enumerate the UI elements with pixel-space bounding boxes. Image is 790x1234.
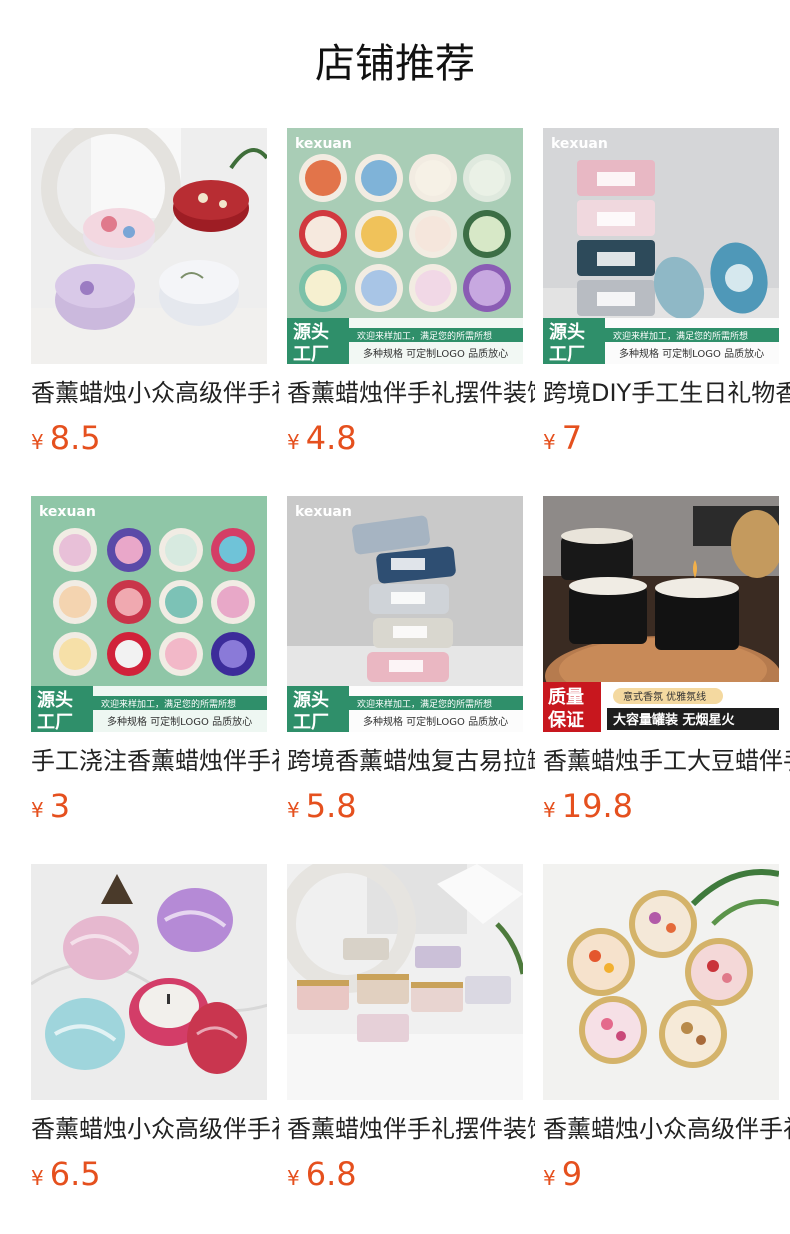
currency-symbol: ¥ bbox=[543, 430, 556, 454]
product-image[interactable]: kexuan 源头 工厂 欢迎来样加工，满足您的所需所想 多种规格 可定制LOG… bbox=[287, 128, 523, 364]
product-title[interactable]: 手工浇注香薰蜡烛伴手礼品 bbox=[31, 744, 279, 778]
banner-tagline: 多种规格 可定制LOGO 品质放心 bbox=[363, 347, 508, 360]
svg-text:工厂: 工厂 bbox=[549, 344, 585, 364]
banner-source-text: 源头 bbox=[37, 689, 73, 711]
product-price: ¥3 bbox=[31, 786, 70, 826]
product-card[interactable]: 香薰蜡烛小众高级伴手礼 ¥9 bbox=[543, 864, 790, 1232]
product-title[interactable]: 香薰蜡烛伴手礼摆件装饰 bbox=[287, 376, 535, 410]
product-card[interactable]: kexuan 源头 工厂 欢迎来样加工，满足您的所需所想 多种规格 可定制LOG… bbox=[31, 496, 279, 864]
product-card[interactable]: kexuan 源头 工厂 欢迎来样加工，满足您的所需所想 多种规格 可定制LOG… bbox=[543, 128, 790, 496]
brand-logo: kexuan bbox=[551, 136, 608, 152]
currency-symbol: ¥ bbox=[287, 798, 300, 822]
product-card[interactable]: 香薰蜡烛小众高级伴手礼 ¥8.5 bbox=[31, 128, 279, 496]
currency-symbol: ¥ bbox=[287, 1166, 300, 1190]
product-card[interactable]: 香薰蜡烛小众高级伴手礼 ¥6.5 bbox=[31, 864, 279, 1232]
banner-tagline: 多种规格 可定制LOGO 品质放心 bbox=[619, 347, 764, 360]
banner-tagline: 多种规格 可定制LOGO 品质放心 bbox=[107, 715, 252, 728]
product-title[interactable]: 香薰蜡烛小众高级伴手礼 bbox=[31, 1112, 279, 1146]
product-title[interactable]: 跨境DIY手工生日礼物香薰 bbox=[543, 376, 790, 410]
product-title[interactable]: 香薰蜡烛伴手礼摆件装饰 bbox=[287, 1112, 535, 1146]
product-price: ¥4.8 bbox=[287, 418, 357, 458]
svg-text:保证: 保证 bbox=[547, 709, 584, 731]
price-value: 6.8 bbox=[305, 1155, 357, 1193]
currency-symbol: ¥ bbox=[543, 1166, 556, 1190]
product-image[interactable] bbox=[543, 864, 779, 1100]
product-card[interactable]: kexuan 源头 工厂 欢迎来样加工，满足您的所需所想 多种规格 可定制LOG… bbox=[287, 128, 535, 496]
banner-source-text: 源头 bbox=[293, 689, 329, 711]
svg-text:工厂: 工厂 bbox=[293, 712, 329, 732]
section-title: 店铺推荐 bbox=[315, 41, 475, 87]
banner-tagline: 多种规格 可定制LOGO 品质放心 bbox=[363, 715, 508, 728]
banner-tagline: 欢迎来样加工，满足您的所需所想 bbox=[613, 330, 748, 342]
brand-logo: kexuan bbox=[295, 136, 352, 152]
brand-logo: kexuan bbox=[39, 504, 96, 520]
price-value: 7 bbox=[561, 419, 583, 457]
banner-tagline: 欢迎来样加工，满足您的所需所想 bbox=[357, 698, 492, 710]
product-image[interactable]: kexuan 源头 工厂 欢迎来样加工，满足您的所需所想 多种规格 可定制LOG… bbox=[287, 496, 523, 732]
product-price: ¥7 bbox=[543, 418, 582, 458]
price-value: 9 bbox=[561, 1155, 583, 1193]
product-card[interactable]: kexuan 源头 工厂 欢迎来样加工，满足您的所需所想 多种规格 可定制LOG… bbox=[287, 496, 535, 864]
banner-source-text: 源头 bbox=[549, 321, 585, 343]
price-value: 19.8 bbox=[561, 787, 633, 825]
price-value: 5.8 bbox=[305, 787, 357, 825]
banner-quality-tag: 意式香氛 优雅氛线 bbox=[623, 690, 706, 703]
product-title[interactable]: 香薰蜡烛小众高级伴手礼 bbox=[543, 1112, 790, 1146]
product-price: ¥6.8 bbox=[287, 1154, 357, 1194]
product-title[interactable]: 香薰蜡烛小众高级伴手礼 bbox=[31, 376, 279, 410]
product-price: ¥9 bbox=[543, 1154, 582, 1194]
product-price: ¥5.8 bbox=[287, 786, 357, 826]
currency-symbol: ¥ bbox=[31, 798, 44, 822]
price-value: 6.5 bbox=[49, 1155, 101, 1193]
svg-text:工厂: 工厂 bbox=[37, 712, 73, 732]
banner-quality-feature: 大容量罐装 无烟星火 bbox=[613, 712, 736, 728]
product-card[interactable]: 香薰蜡烛伴手礼摆件装饰 ¥6.8 bbox=[287, 864, 535, 1232]
product-price: ¥6.5 bbox=[31, 1154, 101, 1194]
price-value: 8.5 bbox=[49, 419, 101, 457]
product-image[interactable]: 质量 保证 意式香氛 优雅氛线 大容量罐装 无烟星火 bbox=[543, 496, 779, 732]
currency-symbol: ¥ bbox=[543, 798, 556, 822]
product-grid: 香薰蜡烛小众高级伴手礼 ¥8.5 kexuan 源头 工厂 欢迎来样加工，满足您… bbox=[31, 128, 790, 1232]
banner-source-text: 源头 bbox=[293, 321, 329, 343]
price-value: 3 bbox=[49, 787, 71, 825]
banner-tagline: 欢迎来样加工，满足您的所需所想 bbox=[101, 698, 236, 710]
product-title[interactable]: 香薰蜡烛手工大豆蜡伴手礼 bbox=[543, 744, 790, 778]
product-image[interactable] bbox=[287, 864, 523, 1100]
banner-tagline: 欢迎来样加工，满足您的所需所想 bbox=[357, 330, 492, 342]
product-image[interactable]: kexuan 源头 工厂 欢迎来样加工，满足您的所需所想 多种规格 可定制LOG… bbox=[31, 496, 267, 732]
store-recommendation-page: 店铺推荐 香薰蜡烛小众高级伴手礼 ¥ 8.5 kexuan 源头 工厂 欢迎来样… bbox=[0, 0, 790, 1234]
product-image[interactable]: kexuan 源头 工厂 欢迎来样加工，满足您的所需所想 多种规格 可定制LOG… bbox=[543, 128, 779, 364]
product-title[interactable]: 跨境香薰蜡烛复古易拉罐 bbox=[287, 744, 535, 778]
price-value: 4.8 bbox=[305, 419, 357, 457]
banner-quality-text: 质量 bbox=[548, 686, 584, 708]
svg-text:工厂: 工厂 bbox=[293, 344, 329, 364]
currency-symbol: ¥ bbox=[31, 1166, 44, 1190]
product-image[interactable] bbox=[31, 864, 267, 1100]
currency-symbol: ¥ bbox=[31, 430, 44, 454]
currency-symbol: ¥ bbox=[287, 430, 300, 454]
product-card[interactable]: 质量 保证 意式香氛 优雅氛线 大容量罐装 无烟星火 香薰蜡烛手工大豆蜡伴手礼 … bbox=[543, 496, 790, 864]
product-image[interactable] bbox=[31, 128, 267, 364]
product-price: ¥19.8 bbox=[543, 786, 633, 826]
brand-logo: kexuan bbox=[295, 504, 352, 520]
product-price: ¥8.5 bbox=[31, 418, 101, 458]
